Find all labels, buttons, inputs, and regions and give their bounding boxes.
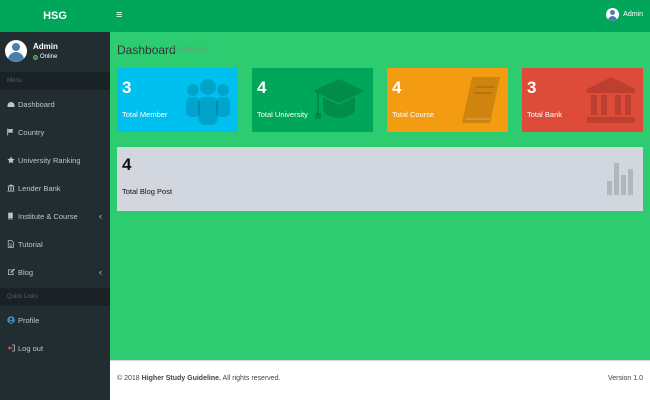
sidebar-item-dashboard[interactable]: Dashboard: [0, 90, 110, 118]
main-content: Dashboard Control panel 3 Total Member 4…: [110, 32, 650, 360]
users-icon: [184, 75, 232, 129]
stat-label: Total Bank: [527, 110, 563, 119]
stat-label: Total University: [257, 110, 308, 119]
sidebar-item-label: University Ranking: [18, 155, 81, 165]
stat-label: Total Course: [392, 110, 435, 119]
copyright-prefix: © 2018: [117, 375, 140, 382]
bar-chart-icon: [605, 159, 637, 201]
stat-label: Total Blog Post: [122, 187, 173, 196]
avatar: [5, 40, 27, 62]
stat-number: 3: [527, 78, 537, 97]
flag-icon: [7, 128, 17, 136]
stat-box-total-university[interactable]: 4 Total University: [252, 68, 373, 132]
stat-box-total-blog-post[interactable]: 4 Total Blog Post: [117, 147, 643, 211]
bank-icon: [7, 184, 17, 192]
chevron-left-icon: ‹: [99, 211, 102, 221]
star-icon: [7, 156, 17, 164]
app-logo[interactable]: HSG: [0, 0, 110, 32]
sidebar: HSG Admin Online Menu Dashboard Country …: [0, 0, 110, 400]
user-circle-icon: [7, 316, 17, 324]
sidebar-item-country[interactable]: Country: [0, 118, 110, 146]
stat-box-total-course[interactable]: 4 Total Course: [387, 68, 508, 132]
sidebar-item-institute-course[interactable]: Institute & Course ‹: [0, 202, 110, 230]
dashboard-icon: [7, 101, 17, 108]
menu-toggle-icon[interactable]: ≡: [116, 9, 122, 21]
sidebar-item-label: Profile: [18, 315, 40, 325]
sidebar-item-label: Institute & Course: [18, 211, 78, 221]
file-icon: [7, 240, 17, 248]
copyright: © 2018 Higher Study Guideline. All right…: [117, 375, 281, 382]
stat-number: 4: [257, 78, 267, 97]
menu-header: Menu: [0, 72, 110, 90]
edit-icon: [7, 268, 17, 276]
stat-number: 4: [122, 155, 132, 174]
user-status: Online: [33, 54, 58, 60]
sidebar-item-tutorial[interactable]: Tutorial: [0, 230, 110, 258]
online-dot-icon: [33, 54, 38, 60]
graduation-cap-icon: [311, 75, 367, 127]
sidebar-item-label: Tutorial: [18, 239, 43, 249]
bank-icon: [585, 75, 637, 127]
sidebar-item-logout[interactable]: Log out: [0, 334, 110, 362]
top-navbar: ≡ Admin: [110, 0, 650, 32]
book-icon: [7, 212, 17, 220]
sign-out-icon: [7, 344, 17, 352]
sidebar-item-university-ranking[interactable]: University Ranking: [0, 146, 110, 174]
copyright-suffix: All rights reserved.: [222, 375, 281, 382]
copyright-link[interactable]: Higher Study Guideline.: [142, 375, 221, 382]
stat-box-total-bank[interactable]: 3 Total Bank: [522, 68, 643, 132]
stat-label: Total Member: [122, 110, 168, 119]
sidebar-item-lender-bank[interactable]: Lender Bank: [0, 174, 110, 202]
user-status-text: Online: [40, 54, 58, 60]
chevron-left-icon: ‹: [99, 267, 102, 277]
version-label: Version 1.0: [607, 375, 643, 382]
footer: © 2018 Higher Study Guideline. All right…: [110, 360, 650, 400]
stat-number: 4: [392, 78, 402, 97]
user-menu-label: Admin: [623, 11, 643, 18]
stat-number: 3: [122, 78, 132, 97]
user-panel: Admin Online: [0, 32, 110, 70]
book-icon: [458, 75, 502, 129]
user-menu[interactable]: Admin: [606, 8, 643, 21]
stat-box-total-member[interactable]: 3 Total Member: [117, 68, 238, 132]
page-title: Dashboard: [117, 43, 176, 57]
sidebar-item-label: Country: [18, 127, 45, 137]
user-name: Admin: [33, 42, 58, 51]
quick-links-header: Quick Links: [0, 288, 110, 306]
sidebar-item-label: Log out: [18, 343, 44, 353]
sidebar-item-label: Lender Bank: [18, 183, 61, 193]
avatar: [606, 8, 620, 21]
sidebar-item-blog[interactable]: Blog ‹: [0, 258, 110, 286]
sidebar-item-profile[interactable]: Profile: [0, 306, 110, 334]
page-subtitle: Control panel: [173, 47, 209, 53]
sidebar-item-label: Blog: [18, 267, 34, 277]
sidebar-item-label: Dashboard: [18, 99, 55, 109]
